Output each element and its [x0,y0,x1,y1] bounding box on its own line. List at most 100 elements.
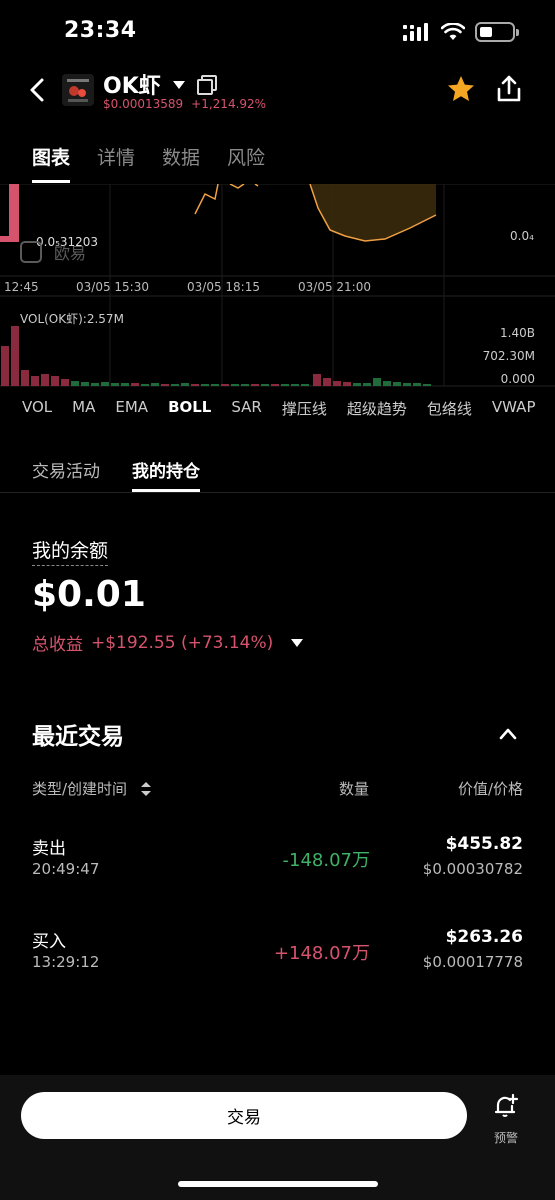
title-row[interactable]: OK虾 [103,68,217,100]
copy-icon[interactable] [196,75,217,95]
total-pnl-row[interactable]: 总收益 +$192.55 (+73.14%) [32,630,304,655]
tab-risk[interactable]: 风险 [227,143,265,183]
activity-tabs: 交易活动 我的持仓 [32,457,200,492]
tab-details[interactable]: 详情 [97,143,135,183]
volume-bar [131,383,139,386]
header-type-time[interactable]: 类型/创建时间 [32,778,152,799]
volume-bar [301,384,309,386]
candle-bar [9,184,19,242]
trade-quantity: -148.07万 [282,850,370,871]
trade-button[interactable]: 交易 [21,1092,467,1139]
indicator-tabs: VOL MA EMA BOLL SAR 撑压线 超级趋势 包络线 VWAP [22,398,536,419]
token-logo [62,74,94,106]
volume-scale-min: 0.000 [500,372,535,386]
price-alert-button[interactable]: 预警 [488,1093,524,1146]
tab-chart[interactable]: 图表 [32,143,71,183]
chevron-down-icon[interactable] [172,81,185,89]
pnl-value: +$192.55 (+73.14%) [91,632,274,653]
price-chart[interactable]: 0.0₅31203 0.0₄ 欧易 12:45 03/05 15:30 03/0… [0,184,555,389]
indicator-envelope[interactable]: 包络线 [427,398,472,419]
indicator-support-resistance[interactable]: 撑压线 [282,398,327,419]
volume-bar [171,384,179,386]
volume-bar [413,383,421,386]
alert-label: 预警 [493,1131,518,1145]
status-time: 23:34 [64,18,137,43]
volume-bar [251,384,259,386]
trade-time: 13:29:12 [32,953,100,971]
volume-bar [151,383,159,386]
volume-bar [191,384,199,386]
price-change: +1,214.92% [191,97,267,111]
chevron-up-icon[interactable] [498,724,518,744]
back-arrow-icon[interactable] [26,76,50,104]
divider [0,492,555,493]
indicator-ma[interactable]: MA [72,398,95,419]
tab-my-holdings[interactable]: 我的持仓 [132,457,200,492]
status-icons [403,22,519,42]
battery-icon [475,22,519,42]
trade-price: $0.00017778 [422,953,523,971]
tab-trading-activity[interactable]: 交易活动 [32,457,100,492]
volume-bar [201,384,209,386]
volume-bar [241,384,249,386]
volume-bar [1,346,9,386]
trade-quantity: +148.07万 [273,943,370,964]
volume-bar [291,384,299,386]
indicator-boll[interactable]: BOLL [168,398,211,419]
indicator-supertrend[interactable]: 超级趋势 [347,398,407,419]
trade-row[interactable]: 买入 13:29:12 +148.07万 $263.26 $0.00017778 [0,927,555,997]
token-price: $0.00013589 [103,97,184,111]
volume-bars [1,326,431,386]
volume-bar [333,381,341,386]
favorite-star-icon[interactable] [446,74,476,104]
indicator-ema[interactable]: EMA [115,398,148,419]
tab-data[interactable]: 数据 [162,143,200,183]
indicator-sar[interactable]: SAR [231,398,261,419]
volume-bar [343,382,351,386]
trade-value: $263.26 [445,927,523,947]
boll-line [229,184,245,189]
header-quantity: 数量 [339,780,370,798]
indicator-vwap[interactable]: VWAP [492,398,536,419]
indicator-vol[interactable]: VOL [22,398,52,419]
wifi-icon [441,23,465,40]
trade-price: $0.00030782 [422,860,523,878]
volume-bar [111,383,119,386]
volume-bar [313,374,321,386]
volume-bar [81,382,89,386]
chevron-down-icon[interactable] [291,638,304,647]
volume-scale-max: 1.40B [500,326,535,340]
volume-bar [423,384,431,386]
volume-bar [271,384,279,386]
balance-value: $0.01 [32,574,146,615]
watermark: 欧易 [20,240,86,264]
volume-label: VOL(OK虾):2.57M [20,312,124,326]
volume-bar [353,383,361,386]
share-icon[interactable] [494,74,524,104]
volume-bar [211,384,219,386]
chart-right-label: 0.0₄ [510,229,534,243]
volume-bar [121,383,129,386]
sort-icon[interactable] [141,781,152,796]
volume-bar [181,383,189,386]
volume-bar [21,370,29,386]
balance-label[interactable]: 我的余额 [32,536,109,566]
trade-time: 20:49:47 [32,860,100,878]
trade-value: $455.82 [445,834,523,854]
main-tabs: 图表 详情 数据 风险 [32,143,265,183]
volume-bar [363,383,371,386]
boll-band-fill [310,184,436,241]
trade-row[interactable]: 卖出 20:49:47 -148.07万 $455.82 $0.00030782 [0,834,555,904]
volume-bar [141,384,149,386]
home-indicator [178,1181,378,1187]
volume-bar [101,382,109,386]
time-tick: 03/05 18:15 [187,280,260,294]
bell-plus-icon[interactable] [493,1093,519,1119]
volume-bar [31,376,39,386]
status-bar: 23:34 [0,0,555,60]
trade-side: 买入 [32,932,66,952]
volume-bar [11,326,19,386]
volume-bar [373,378,381,386]
token-title[interactable]: OK虾 [103,68,161,100]
volume-bar [261,384,269,386]
